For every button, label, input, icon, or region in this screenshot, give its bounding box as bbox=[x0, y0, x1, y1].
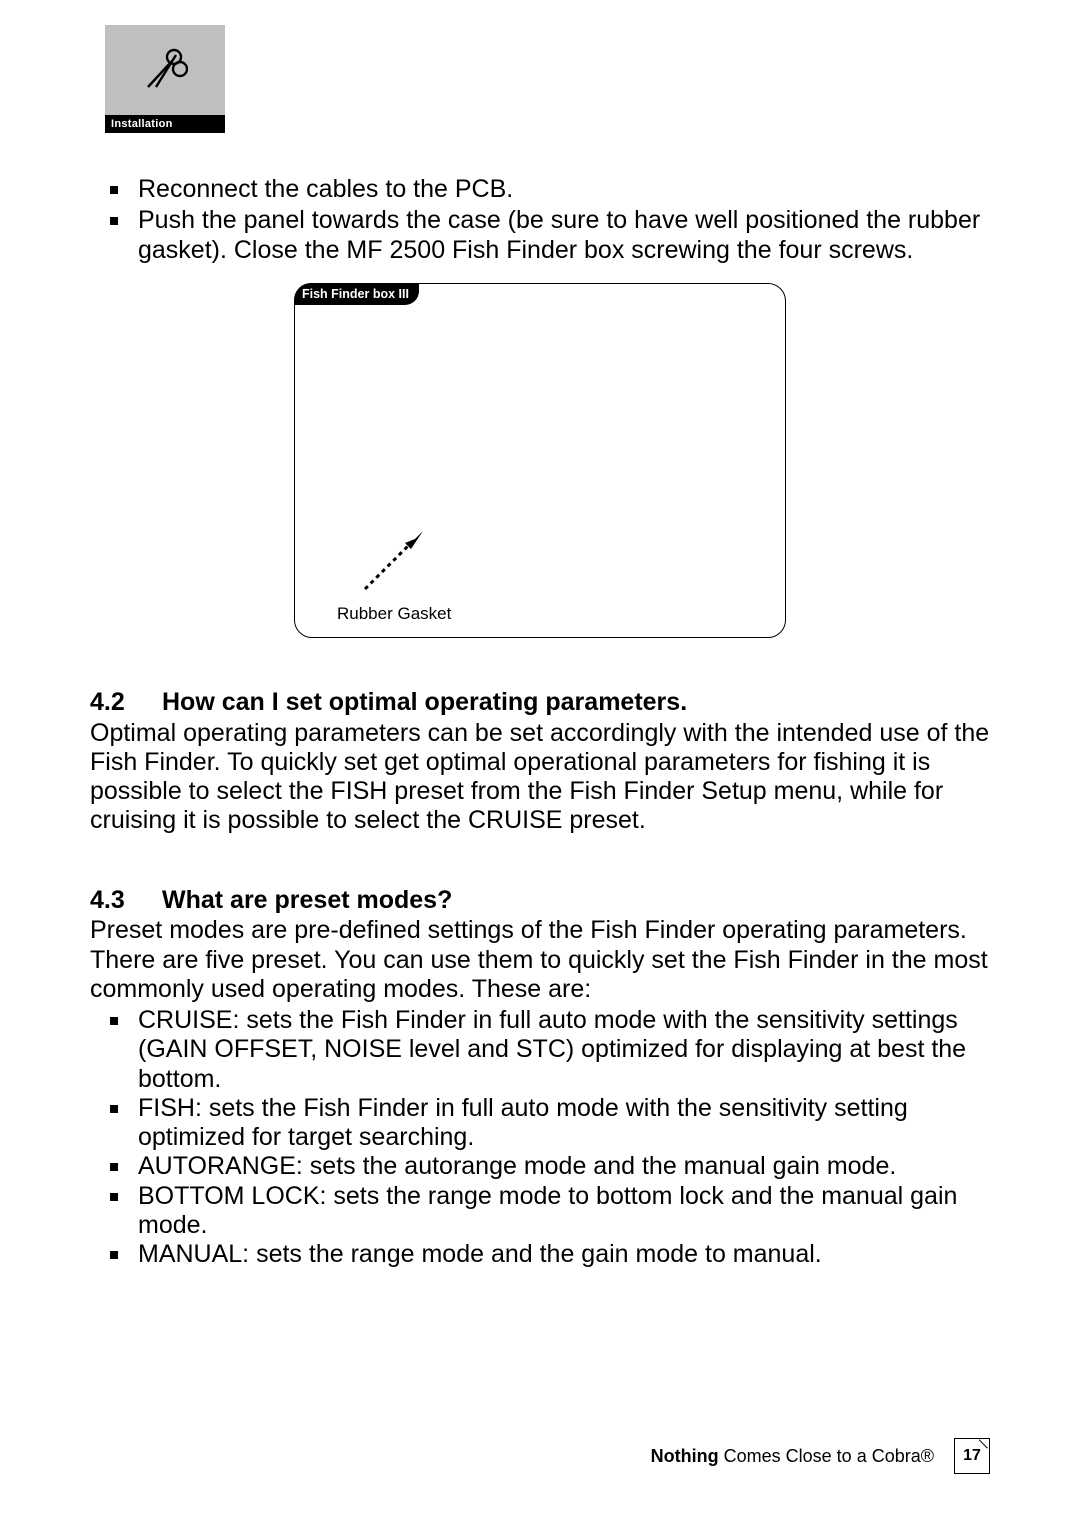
list-item: Reconnect the cables to the PCB. bbox=[110, 175, 990, 204]
scissors-icon bbox=[142, 47, 188, 93]
header-icon-box bbox=[105, 25, 225, 115]
section-title: How can I set optimal operating paramete… bbox=[162, 688, 687, 717]
preset-list: CRUISE: sets the Fish Finder in full aut… bbox=[90, 1006, 990, 1269]
header-icon-label: Installation bbox=[105, 115, 225, 133]
list-item: AUTORANGE: sets the autorange mode and t… bbox=[110, 1152, 990, 1181]
list-item: Push the panel towards the case (be sure… bbox=[110, 206, 990, 265]
section-body: Preset modes are pre-defined settings of… bbox=[90, 916, 990, 1004]
page-number-box: 17 bbox=[954, 1438, 990, 1474]
list-item: BOTTOM LOCK: sets the range mode to bott… bbox=[110, 1182, 990, 1241]
section-4-3: 4.3 What are preset modes? Preset modes … bbox=[90, 886, 990, 1270]
figure-title-tab: Fish Finder box III bbox=[294, 283, 419, 305]
section-title: What are preset modes? bbox=[162, 886, 452, 915]
list-item: MANUAL: sets the range mode and the gain… bbox=[110, 1240, 990, 1269]
section-4-2: 4.2 How can I set optimal operating para… bbox=[90, 688, 990, 836]
footer: Nothing Comes Close to a Cobra® 17 bbox=[651, 1438, 990, 1474]
figure-box: Fish Finder box III Rubber Gasket bbox=[294, 283, 786, 638]
section-number: 4.3 bbox=[90, 886, 162, 915]
section-number: 4.2 bbox=[90, 688, 162, 717]
section-body: Optimal operating parameters can be set … bbox=[90, 719, 990, 836]
arrow-icon bbox=[355, 519, 435, 599]
figure: Fish Finder box III Rubber Gasket bbox=[294, 283, 786, 638]
page-number: 17 bbox=[963, 1447, 981, 1465]
footer-slogan: Nothing Comes Close to a Cobra® bbox=[651, 1446, 934, 1467]
list-item: CRUISE: sets the Fish Finder in full aut… bbox=[110, 1006, 990, 1094]
list-item: FISH: sets the Fish Finder in full auto … bbox=[110, 1094, 990, 1153]
step-list: Reconnect the cables to the PCB. Push th… bbox=[90, 175, 990, 265]
figure-annotation: Rubber Gasket bbox=[337, 604, 451, 624]
